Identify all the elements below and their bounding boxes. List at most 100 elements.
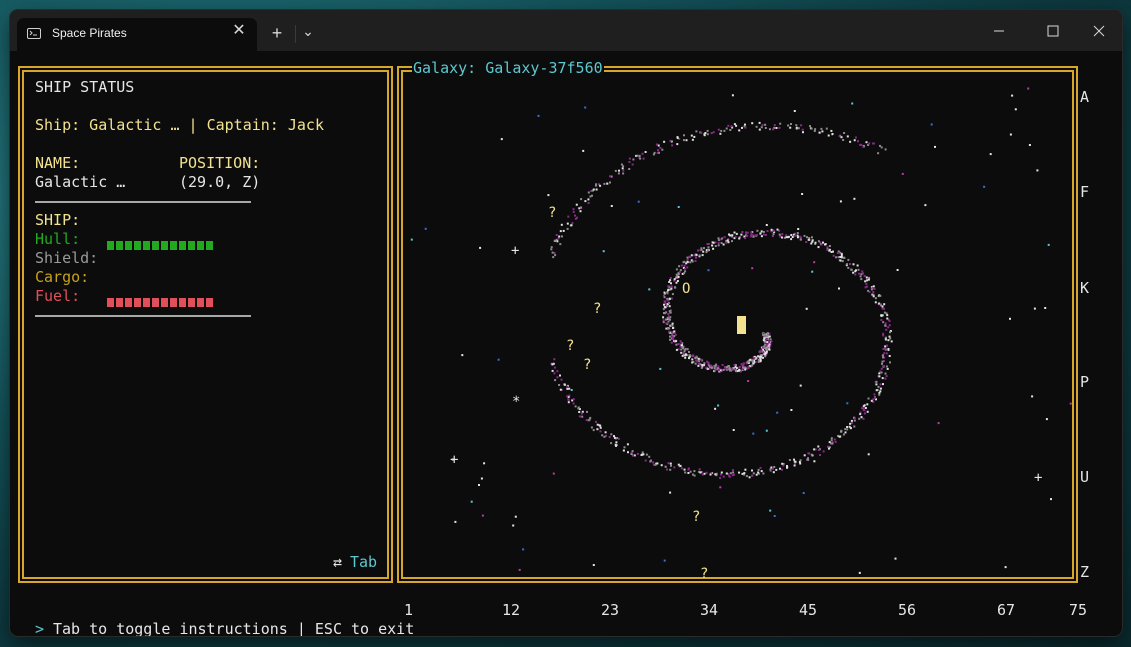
- arm-dot: [650, 459, 652, 462]
- arm-dot: [587, 202, 590, 204]
- arm-dot: [875, 389, 878, 392]
- arm-dot: [700, 358, 703, 361]
- arm-dot: [834, 440, 837, 443]
- arm-dot: [723, 236, 726, 239]
- arm-dot: [796, 232, 799, 234]
- star-dot: [648, 288, 651, 291]
- arm-dot: [667, 289, 669, 292]
- arm-dot: [740, 233, 743, 236]
- star-dot: [570, 389, 573, 391]
- arm-dot: [838, 135, 841, 138]
- arm-dot: [614, 443, 617, 446]
- star-dot: [1027, 87, 1030, 90]
- arm-dot: [560, 378, 563, 381]
- arm-dot: [862, 417, 865, 420]
- arm-dot: [655, 143, 658, 146]
- arm-dot: [703, 472, 706, 475]
- star-dot: [793, 110, 796, 112]
- arm-dot: [807, 238, 810, 241]
- arm-dot: [865, 282, 868, 285]
- arm-dot: [685, 139, 688, 142]
- row-label-u: U: [1080, 468, 1090, 486]
- arm-dot: [858, 417, 861, 420]
- arm-dot: [875, 383, 878, 386]
- arm-dot: [716, 367, 719, 370]
- arm-dot: [551, 251, 554, 254]
- arm-dot: [667, 315, 670, 318]
- arm-dot: [855, 269, 857, 272]
- arm-dot: [676, 137, 679, 139]
- arm-dot: [882, 321, 885, 324]
- arm-dot: [809, 125, 811, 128]
- arm-dot: [701, 254, 704, 257]
- arm-dot: [753, 357, 756, 360]
- arm-dot: [759, 466, 762, 469]
- arm-dot: [691, 260, 694, 263]
- star-dot: [924, 204, 927, 207]
- arm-dot: [853, 419, 856, 422]
- arm-dot: [878, 375, 881, 378]
- arm-dot: [726, 366, 728, 369]
- arm-dot: [599, 426, 602, 429]
- minimize-button[interactable]: [976, 20, 1022, 42]
- arm-dot: [755, 125, 758, 128]
- arm-dot: [669, 335, 671, 338]
- arm-dot: [713, 369, 716, 372]
- arm-dot: [558, 235, 561, 238]
- arm-dot: [886, 344, 888, 347]
- arm-dot: [840, 254, 843, 257]
- star-dot: [522, 548, 525, 551]
- star-dot: [584, 106, 587, 109]
- arm-dot: [828, 248, 831, 251]
- arm-dot: [883, 352, 886, 355]
- row-label-k: K: [1080, 279, 1090, 297]
- arm-dot: [551, 363, 554, 366]
- arm-dot: [762, 233, 765, 236]
- arm-dot: [822, 450, 825, 453]
- tab-space-pirates[interactable]: Space Pirates ✕: [17, 18, 257, 51]
- arm-dot: [861, 270, 864, 273]
- arm-dot: [830, 129, 833, 132]
- arm-dot: [641, 451, 644, 454]
- arm-dot: [735, 124, 738, 127]
- arm-dot: [849, 140, 852, 143]
- arm-dot: [746, 361, 749, 364]
- new-tab-button[interactable]: +: [268, 24, 286, 42]
- arm-dot: [631, 163, 634, 166]
- arm-dot: [797, 236, 799, 239]
- arm-dot: [588, 418, 591, 421]
- arm-dot: [827, 134, 830, 137]
- star-dot: [479, 246, 482, 249]
- terminal-content: SHIP STATUS Ship: Galactic … | Captain: …: [10, 51, 1122, 636]
- arm-dot: [890, 340, 893, 343]
- arm-dot: [862, 272, 865, 275]
- star-dot: [663, 559, 666, 562]
- arm-dot: [687, 467, 690, 470]
- star-dot: [1004, 566, 1007, 569]
- arm-dot: [814, 128, 817, 131]
- arm-dot: [756, 229, 759, 232]
- chevron-down-icon[interactable]: ⌄: [300, 22, 316, 40]
- arm-dot: [642, 157, 645, 160]
- arm-dot: [555, 234, 558, 236]
- arm-dot: [581, 410, 584, 413]
- maximize-button[interactable]: [1030, 20, 1076, 42]
- arm-dot: [606, 182, 609, 185]
- close-window-button[interactable]: [1076, 20, 1122, 42]
- arm-dot: [787, 124, 790, 127]
- arm-dot: [887, 348, 890, 350]
- arm-dot: [703, 247, 705, 250]
- arm-dot: [670, 285, 673, 288]
- arm-dot: [884, 338, 887, 341]
- arm-dot: [817, 246, 820, 249]
- arm-dot: [865, 276, 868, 279]
- arm-dot: [623, 446, 626, 449]
- arm-dot: [885, 336, 887, 339]
- arm-dot: [764, 127, 767, 129]
- arm-dot: [728, 367, 731, 369]
- arm-dot: [671, 322, 674, 325]
- arm-dot: [616, 437, 619, 439]
- close-tab-icon[interactable]: ✕: [230, 22, 248, 40]
- arm-dot: [761, 124, 764, 127]
- arm-dot: [712, 365, 715, 367]
